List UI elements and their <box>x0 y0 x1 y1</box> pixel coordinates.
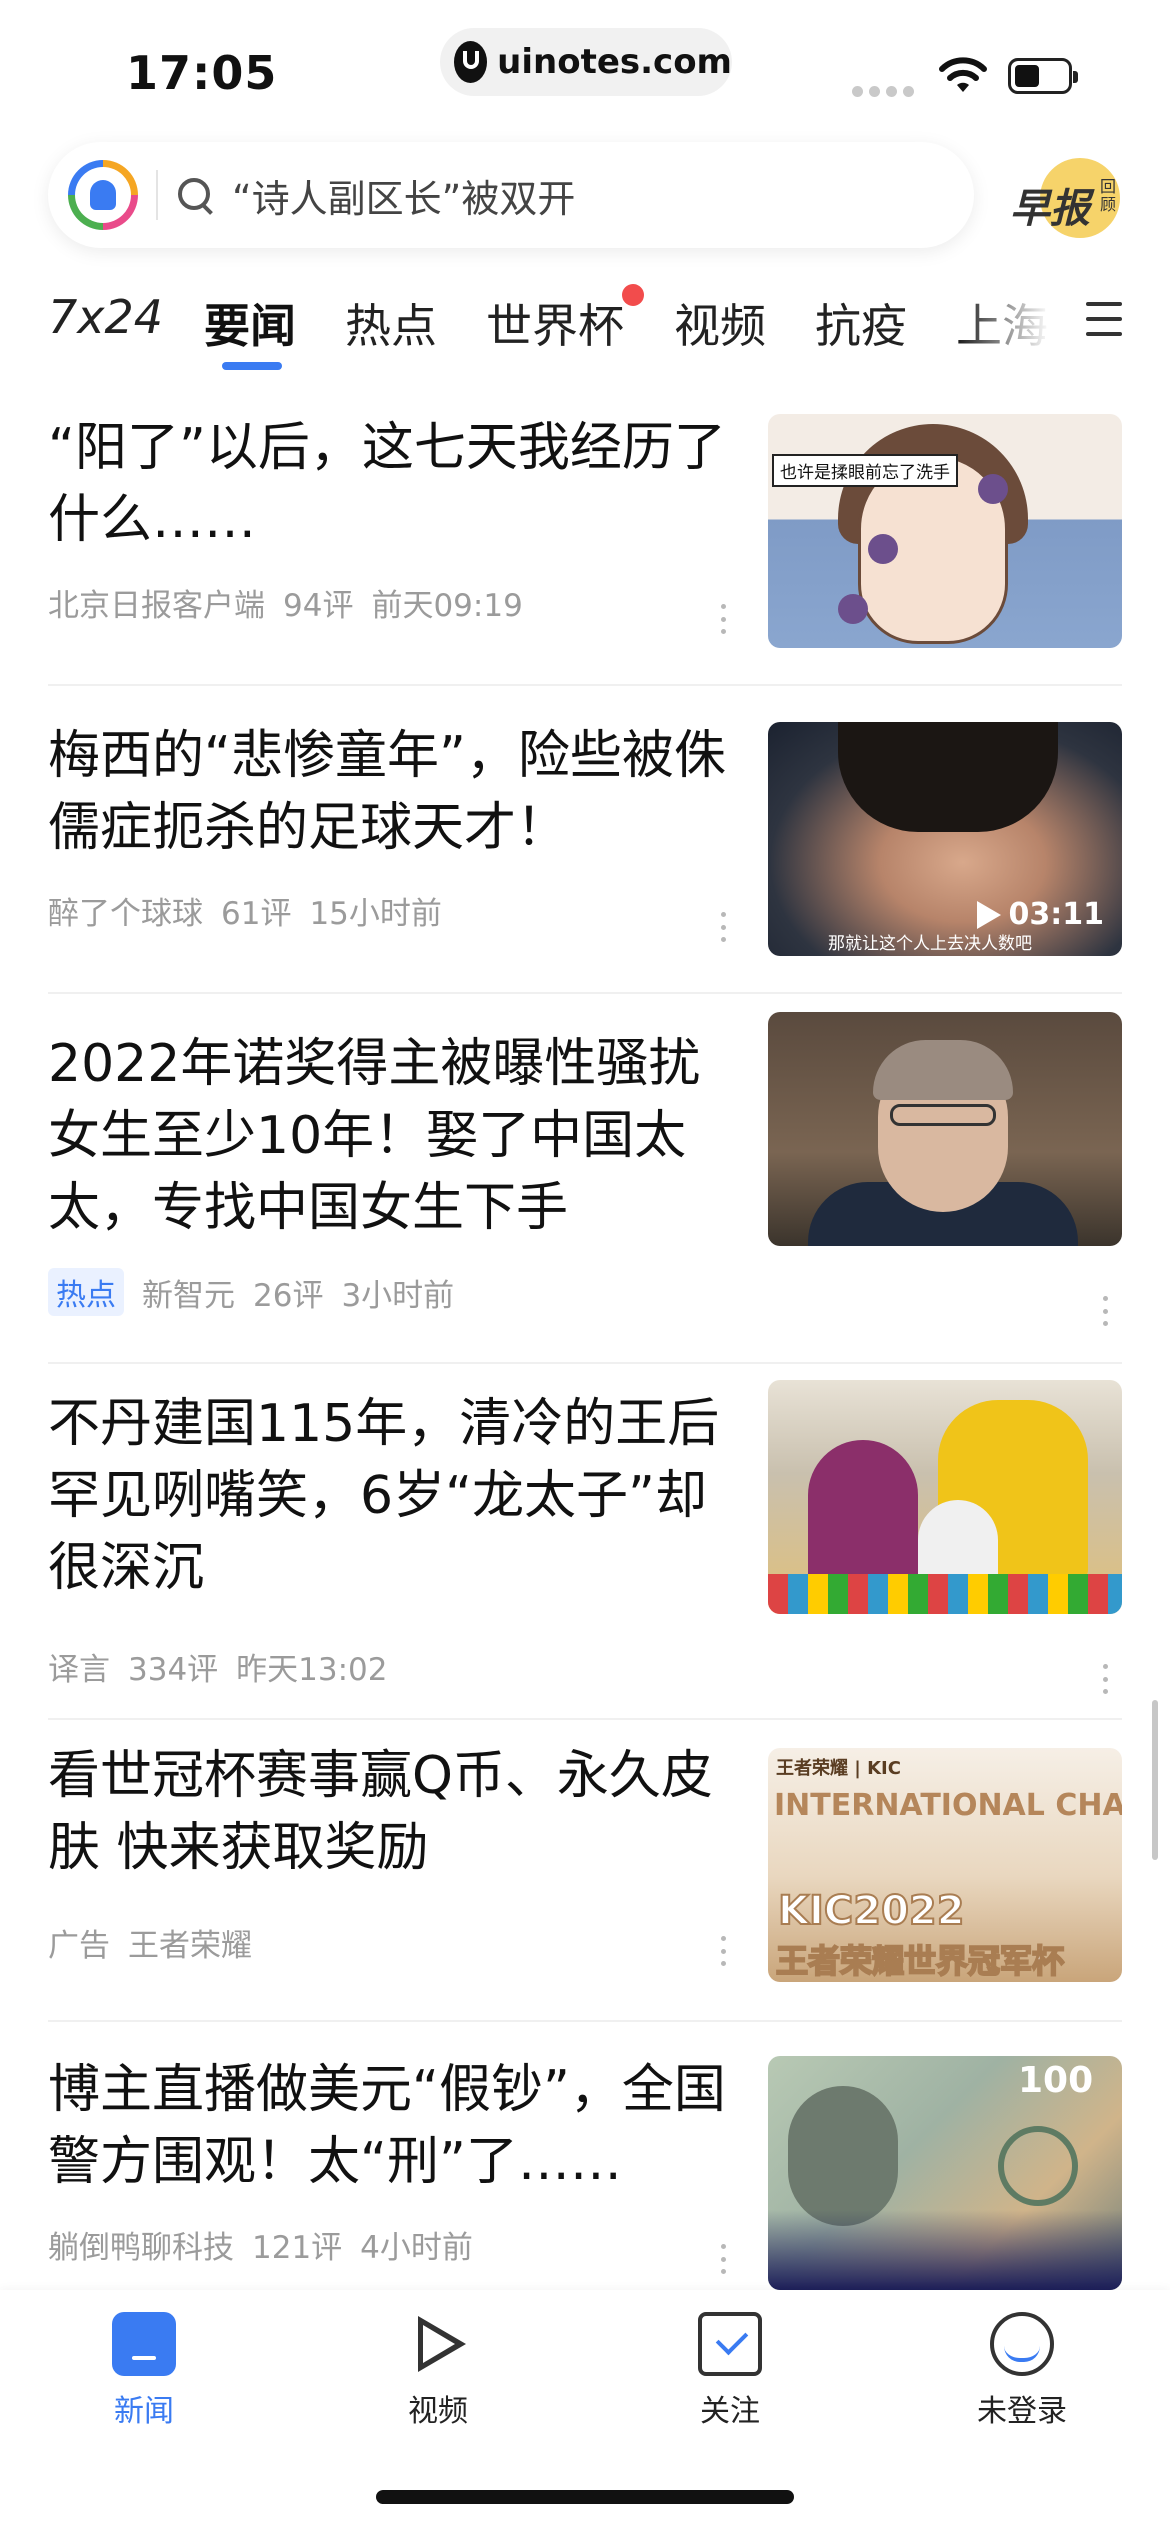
article-thumbnail[interactable] <box>768 1012 1122 1246</box>
nav-video[interactable]: 视频 <box>358 2312 518 2430</box>
url-text: uinotes.com <box>497 42 732 82</box>
divider <box>48 2020 1122 2022</box>
tab-7x24[interactable]: 7x24 <box>48 290 163 344</box>
article-source: 新智元 <box>142 1277 235 1314</box>
more-options-icon[interactable] <box>1100 1664 1110 1694</box>
tab-video[interactable]: 视频 <box>674 290 766 356</box>
article-title[interactable]: 2022年诺奖得主被曝性骚扰女生至少10年！娶了中国太太，专找中国女生下手 <box>48 1028 728 1244</box>
news-feed: “阳了”以后，这七天我经历了什么…… 北京日报客户端 94评 前天09:19 也… <box>0 380 1170 2290</box>
tab-headlines[interactable]: 要闻 <box>204 290 296 356</box>
article-time: 15小时前 <box>309 896 442 932</box>
article-title[interactable]: 博主直播做美元“假钞”，全国警方围观！太“刑”了…… <box>48 2054 728 2198</box>
article-title[interactable]: 不丹建国115年，清冷的王后罕见咧嘴笑，6岁“龙太子”却很深沉 <box>48 1388 728 1604</box>
article-title[interactable]: “阳了”以后，这七天我经历了什么…… <box>48 412 728 556</box>
nav-follow-label: 关注 <box>700 2394 760 2429</box>
article-thumbnail[interactable]: 100 <box>768 2056 1122 2290</box>
home-indicator[interactable] <box>376 2490 794 2504</box>
nav-news-label: 新闻 <box>114 2394 174 2429</box>
article-time: 前天09:19 <box>371 588 523 624</box>
battery-icon <box>1008 58 1078 94</box>
tab-hot[interactable]: 热点 <box>345 290 437 356</box>
ad-title-kic: KIC2022 <box>777 1887 966 1935</box>
article-source: 译言 <box>48 1652 110 1688</box>
article-title[interactable]: 看世冠杯赛事赢Q币、永久皮肤 快来获取奖励 <box>48 1740 728 1884</box>
article-source: 醉了个球球 <box>48 896 203 932</box>
nav-login-label: 未登录 <box>977 2394 1067 2429</box>
search-bar[interactable]: “诗人副区长”被双开 <box>48 142 974 248</box>
app-logo-icon[interactable] <box>68 160 138 230</box>
article-source: 北京日报客户端 <box>48 588 265 624</box>
search-input[interactable]: “诗人副区长”被双开 <box>232 168 575 223</box>
hot-tag: 热点 <box>48 1268 124 1316</box>
article-meta: 醉了个球球 61评 15小时前 <box>48 888 460 933</box>
wifi-icon <box>939 57 987 92</box>
thumbnail-caption: 也许是揉眼前忘了洗手 <box>772 454 958 487</box>
article-comments: 334评 <box>128 1652 219 1688</box>
video-duration-text: 03:11 <box>1008 897 1105 932</box>
tab-fade <box>960 280 1050 370</box>
divider <box>48 992 1122 994</box>
article-meta: 北京日报客户端 94评 前天09:19 <box>48 580 541 625</box>
morning-report-label: 早报 <box>1010 186 1090 232</box>
channel-menu-icon[interactable] <box>1086 302 1122 336</box>
search-icon <box>176 176 214 214</box>
divider <box>48 1718 1122 1720</box>
world-cup-badge <box>622 284 644 306</box>
article-thumbnail[interactable] <box>768 1380 1122 1614</box>
ad-title-en: INTERNATIONAL CHAMPIONSHIP <box>774 1788 1122 1823</box>
video-subtitle: 那就让这个人上去决人数吧 <box>828 934 1032 954</box>
article-time: 3小时前 <box>341 1277 455 1314</box>
divider <box>48 684 1122 686</box>
divider <box>48 1362 1122 1364</box>
user-login-icon <box>990 2312 1054 2376</box>
more-options-icon[interactable] <box>718 1936 728 1966</box>
banknote-value: 100 <box>1018 2060 1094 2101</box>
article-meta: 热点 新智元 26评 3小时前 <box>48 1268 472 1316</box>
more-options-icon[interactable] <box>718 2244 728 2274</box>
article-thumbnail[interactable]: 也许是揉眼前忘了洗手 <box>768 414 1122 648</box>
article-source: 躺倒鸭聊科技 <box>48 2230 234 2266</box>
advertiser: 王者荣耀 <box>128 1928 252 1964</box>
search-divider <box>156 170 158 220</box>
article-comments: 94评 <box>283 588 354 624</box>
status-bar: 17:05 uinotes.com <box>0 0 1170 130</box>
more-options-icon[interactable] <box>718 912 728 942</box>
tab-world-cup[interactable]: 世界杯 <box>486 290 624 356</box>
article-comments: 26评 <box>253 1277 324 1314</box>
ad-title-cn: 王者荣耀世界冠军杯 <box>775 1941 1065 1981</box>
status-time: 17:05 <box>126 46 278 100</box>
article-comments: 61评 <box>221 896 292 932</box>
follow-icon <box>698 2312 762 2376</box>
cellular-signal-icon <box>852 86 914 97</box>
article-time: 昨天13:02 <box>236 1652 388 1688</box>
article-title[interactable]: 梅西的“悲惨童年”，险些被侏儒症扼杀的足球天才！ <box>48 720 728 864</box>
active-tab-indicator <box>222 362 282 370</box>
article-meta: 躺倒鸭聊科技 121评 4小时前 <box>48 2222 491 2267</box>
article-time: 4小时前 <box>360 2230 473 2266</box>
ad-brand-logo: 王者荣耀 | KIC <box>776 1758 901 1779</box>
video-duration: 03:11 <box>976 897 1105 932</box>
nav-follow[interactable]: 关注 <box>650 2312 810 2430</box>
more-options-icon[interactable] <box>1100 1296 1110 1326</box>
video-icon <box>406 2312 470 2376</box>
article-meta: 广告 王者荣耀 <box>48 1920 270 1965</box>
article-comments: 121评 <box>252 2230 343 2266</box>
nav-video-label: 视频 <box>408 2394 468 2429</box>
ad-label: 广告 <box>48 1928 110 1964</box>
news-icon <box>112 2312 176 2376</box>
morning-report-button[interactable]: 早报 回顾 <box>1010 158 1120 238</box>
nav-news[interactable]: 新闻 <box>64 2312 224 2430</box>
nav-login[interactable]: 未登录 <box>942 2312 1102 2430</box>
tab-anti-epidemic[interactable]: 抗疫 <box>815 290 907 356</box>
scrollbar[interactable] <box>1152 1700 1158 1860</box>
url-pill[interactable]: uinotes.com <box>440 28 732 96</box>
article-meta: 译言 334评 昨天13:02 <box>48 1644 406 1689</box>
ad-thumbnail[interactable]: 王者荣耀 | KIC INTERNATIONAL CHAMPIONSHIP KI… <box>768 1748 1122 1982</box>
morning-report-sub: 回顾 <box>1100 177 1117 214</box>
play-icon <box>976 900 1001 929</box>
site-logo-icon <box>454 41 488 83</box>
more-options-icon[interactable] <box>718 604 728 634</box>
video-thumbnail[interactable]: 那就让这个人上去决人数吧 03:11 <box>768 722 1122 956</box>
